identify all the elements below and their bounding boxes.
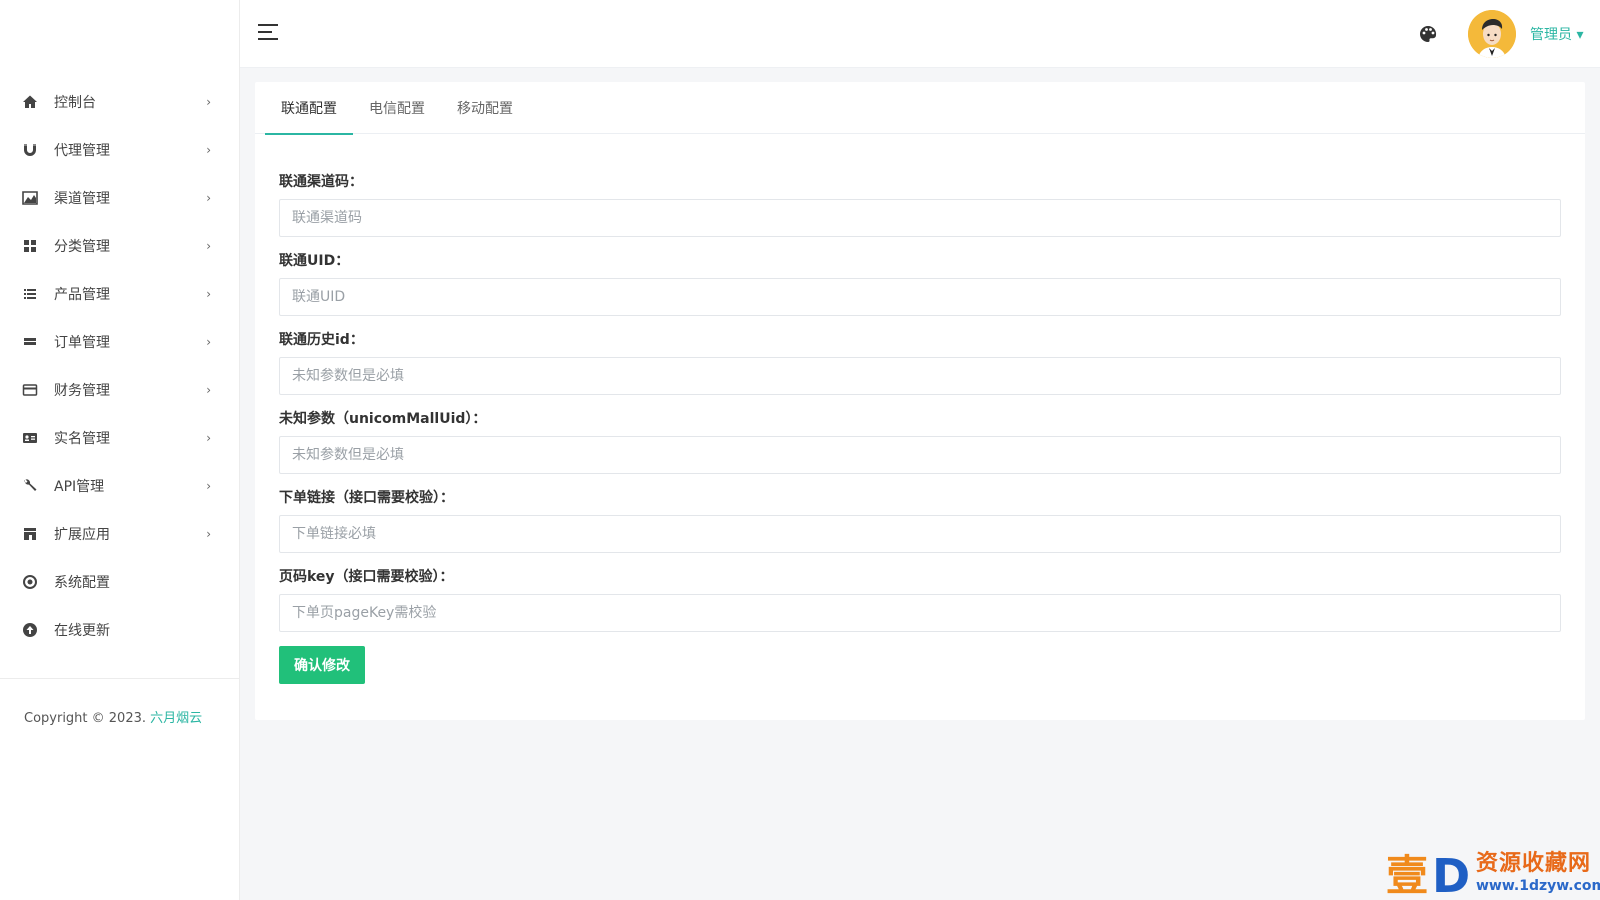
menu-line [258,24,278,26]
home-icon [22,94,38,110]
chevron-right-icon: › [206,95,211,109]
field-label: 未知参数（unicomMallUid）： [279,411,487,427]
sidebar-item-settings[interactable]: 系统配置 [0,558,239,606]
form-group: 联通UID： [279,249,1561,328]
menu-line [258,38,278,40]
credit-card-icon [22,382,38,398]
sidebar-item-label: 渠道管理 [54,191,110,207]
field-label: 页码key（接口需要校验）： [279,569,454,585]
sidebar-item-label: 扩展应用 [54,527,110,543]
magnet-icon [22,142,38,158]
sidebar-item-products[interactable]: 产品管理 › [0,270,239,318]
sidebar-item-label: 订单管理 [54,335,110,351]
sidebar-item-label: 产品管理 [54,287,110,303]
logo-area [0,0,239,78]
sidebar-nav: 控制台 › 代理管理 › 渠道管理 › 分类管理 › 产品管理 › 订单管理 ›… [0,78,239,654]
copyright: Copyright © 2023. 六月烟云 [0,679,239,726]
tab-mobile[interactable]: 移动配置 [441,82,529,134]
chevron-right-icon: › [206,143,211,157]
config-form: 联通渠道码： 联通UID： 联通历史id： 未知参数（unicomMallUid… [255,134,1585,684]
watermark-url: www.1dzyw.com [1476,878,1600,894]
order-link-input[interactable] [279,515,1561,553]
form-group: 页码key（接口需要校验）： [279,565,1561,644]
svg-text:壹: 壹 [1386,851,1428,898]
sidebar-item-channels[interactable]: 渠道管理 › [0,174,239,222]
sidebar-item-label: 控制台 [54,95,96,111]
watermark-logo-icon: 壹 D [1386,848,1474,900]
sidebar-item-realname[interactable]: 实名管理 › [0,414,239,462]
sidebar-item-label: 在线更新 [54,623,110,639]
field-label: 下单链接（接口需要校验）： [279,490,454,506]
chevron-right-icon: › [206,287,211,301]
sidebar-item-categories[interactable]: 分类管理 › [0,222,239,270]
form-group: 未知参数（unicomMallUid）： [279,407,1561,486]
chevron-right-icon: › [206,239,211,253]
chevron-right-icon: › [206,479,211,493]
sidebar-item-finance[interactable]: 财务管理 › [0,366,239,414]
field-label: 联通UID： [279,253,350,269]
sidebar-item-label: API管理 [54,479,105,495]
tab-unicom[interactable]: 联通配置 [265,82,353,135]
tab-telecom[interactable]: 电信配置 [353,82,441,134]
menu-toggle-button[interactable] [258,24,280,42]
sidebar-item-label: 系统配置 [54,575,110,591]
chevron-right-icon: › [206,335,211,349]
grid-icon [22,238,38,254]
chart-area-icon [22,190,38,206]
watermark-title: 资源收藏网 [1476,851,1592,876]
sidebar: 控制台 › 代理管理 › 渠道管理 › 分类管理 › 产品管理 › 订单管理 ›… [0,0,240,900]
avatar[interactable] [1468,10,1516,58]
field-label: 联通渠道码： [279,174,363,190]
watermark: 壹 D 资源收藏网 www.1dzyw.com [1386,846,1600,900]
top-header: 管理员 ▾ [240,0,1600,68]
sidebar-item-extensions[interactable]: 扩展应用 › [0,510,239,558]
chevron-right-icon: › [206,431,211,445]
sidebar-item-label: 分类管理 [54,239,110,255]
user-menu[interactable]: 管理员 ▾ [1530,24,1583,44]
store-icon [22,526,38,542]
settings-icon [22,574,38,590]
unicom-history-id-input[interactable] [279,357,1561,395]
watermark-text: 资源收藏网 www.1dzyw.com [1476,851,1600,895]
wrench-icon [22,478,38,494]
unicom-channel-code-input[interactable] [279,199,1561,237]
sidebar-item-orders[interactable]: 订单管理 › [0,318,239,366]
sidebar-item-update[interactable]: 在线更新 [0,606,239,654]
form-group: 下单链接（接口需要校验）： [279,486,1561,565]
form-group: 联通历史id： [279,328,1561,407]
confirm-button[interactable]: 确认修改 [279,646,365,684]
sidebar-item-agents[interactable]: 代理管理 › [0,126,239,174]
chevron-right-icon: › [206,383,211,397]
sidebar-item-dashboard[interactable]: 控制台 › [0,78,239,126]
upload-icon [22,622,38,638]
order-icon [22,334,38,350]
sidebar-item-label: 实名管理 [54,431,110,447]
sidebar-item-label: 代理管理 [54,143,110,159]
copyright-link[interactable]: 六月烟云 [150,711,202,726]
unicom-mall-uid-input[interactable] [279,436,1561,474]
tab-bar: 联通配置 电信配置 移动配置 [255,82,1585,135]
chevron-right-icon: › [206,191,211,205]
unicom-uid-input[interactable] [279,278,1561,316]
sidebar-item-label: 财务管理 [54,383,110,399]
id-card-icon [22,430,38,446]
copyright-text: Copyright © 2023. [24,711,147,726]
config-card: 联通配置 电信配置 移动配置 联通渠道码： 联通UID： 联通历史id： 未知参… [255,82,1585,720]
chevron-right-icon: › [206,527,211,541]
form-group: 联通渠道码： [279,170,1561,249]
svg-text:D: D [1432,849,1470,898]
palette-icon[interactable] [1418,24,1438,44]
page-key-input[interactable] [279,594,1561,632]
sidebar-item-api[interactable]: API管理 › [0,462,239,510]
list-icon [22,286,38,302]
field-label: 联通历史id： [279,332,364,348]
menu-line [258,31,272,33]
